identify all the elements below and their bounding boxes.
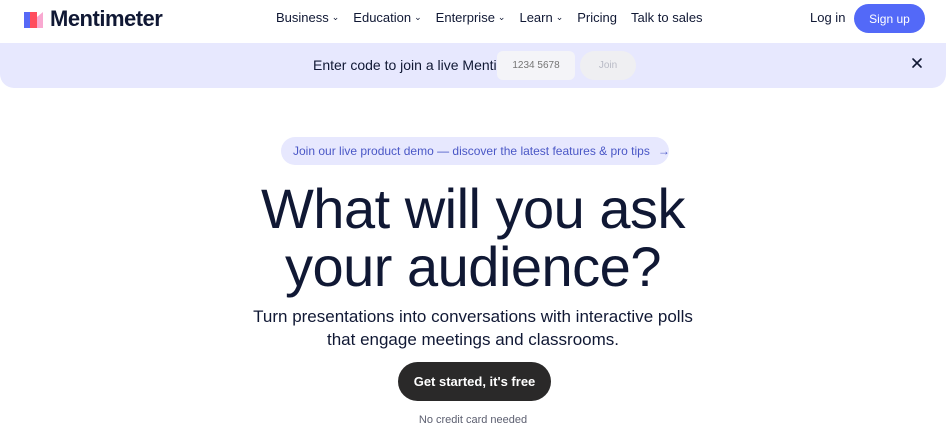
get-started-button[interactable]: Get started, it's free xyxy=(398,362,551,401)
chevron-down-icon: ⌄ xyxy=(414,12,422,22)
subheading-line-1: Turn presentations into conversations wi… xyxy=(253,307,693,326)
nav-label: Learn xyxy=(519,10,553,25)
headline-line-2: your audience? xyxy=(285,235,661,298)
mentimeter-logo[interactable]: Mentimeter xyxy=(24,6,163,31)
subheading-line-2: that engage meetings and classrooms. xyxy=(326,330,619,349)
nav-education[interactable]: Education ⌄ xyxy=(353,10,421,25)
nav-pricing[interactable]: Pricing xyxy=(577,10,617,25)
top-navigation: Mentimeter Business ⌄ Education ⌄ Enterpri… xyxy=(0,0,946,43)
chevron-down-icon: ⌄ xyxy=(331,12,340,22)
join-prompt: Enter code to join a live Menti xyxy=(313,57,497,73)
hero-subheading: Turn presentations into conversations wi… xyxy=(0,305,946,351)
nav-label: Enterprise xyxy=(435,10,495,25)
join-code-input[interactable] xyxy=(497,51,575,80)
arrow-right-icon: → xyxy=(657,144,670,158)
nav-label: Pricing xyxy=(577,10,618,25)
chevron-down-icon: ⌄ xyxy=(497,12,506,22)
no-credit-card-note: No credit card needed xyxy=(418,414,528,426)
nav-label: Education xyxy=(353,10,412,25)
headline-line-1: What will you ask xyxy=(260,177,686,240)
join-button[interactable]: Join xyxy=(580,51,636,80)
nav-enterprise[interactable]: Enterprise ⌄ xyxy=(436,10,506,25)
main-nav: Business ⌄ Education ⌄ Enterprise ⌄ Learn ⌄ … xyxy=(276,10,717,25)
chevron-down-icon: ⌄ xyxy=(555,12,564,22)
close-icon[interactable] xyxy=(910,56,924,70)
signup-button[interactable]: Sign up xyxy=(854,4,925,33)
demo-pill-text: Join our live product demo — discover th… xyxy=(293,144,650,158)
logo-mark-icon xyxy=(24,9,44,29)
nav-label: Talk to sales xyxy=(631,10,703,25)
nav-business[interactable]: Business ⌄ xyxy=(276,10,339,25)
login-link[interactable]: Log in xyxy=(810,10,845,25)
logo-wordmark: Mentimeter xyxy=(50,6,163,31)
nav-talk-to-sales[interactable]: Talk to sales xyxy=(631,10,703,25)
nav-label: Business xyxy=(276,10,329,25)
hero-headline: What will you ask your audience? xyxy=(0,180,946,296)
live-demo-link[interactable]: Join our live product demo — discover th… xyxy=(281,137,670,165)
nav-learn[interactable]: Learn ⌄ xyxy=(519,10,563,25)
join-banner: Enter code to join a live Menti Join xyxy=(0,43,946,88)
